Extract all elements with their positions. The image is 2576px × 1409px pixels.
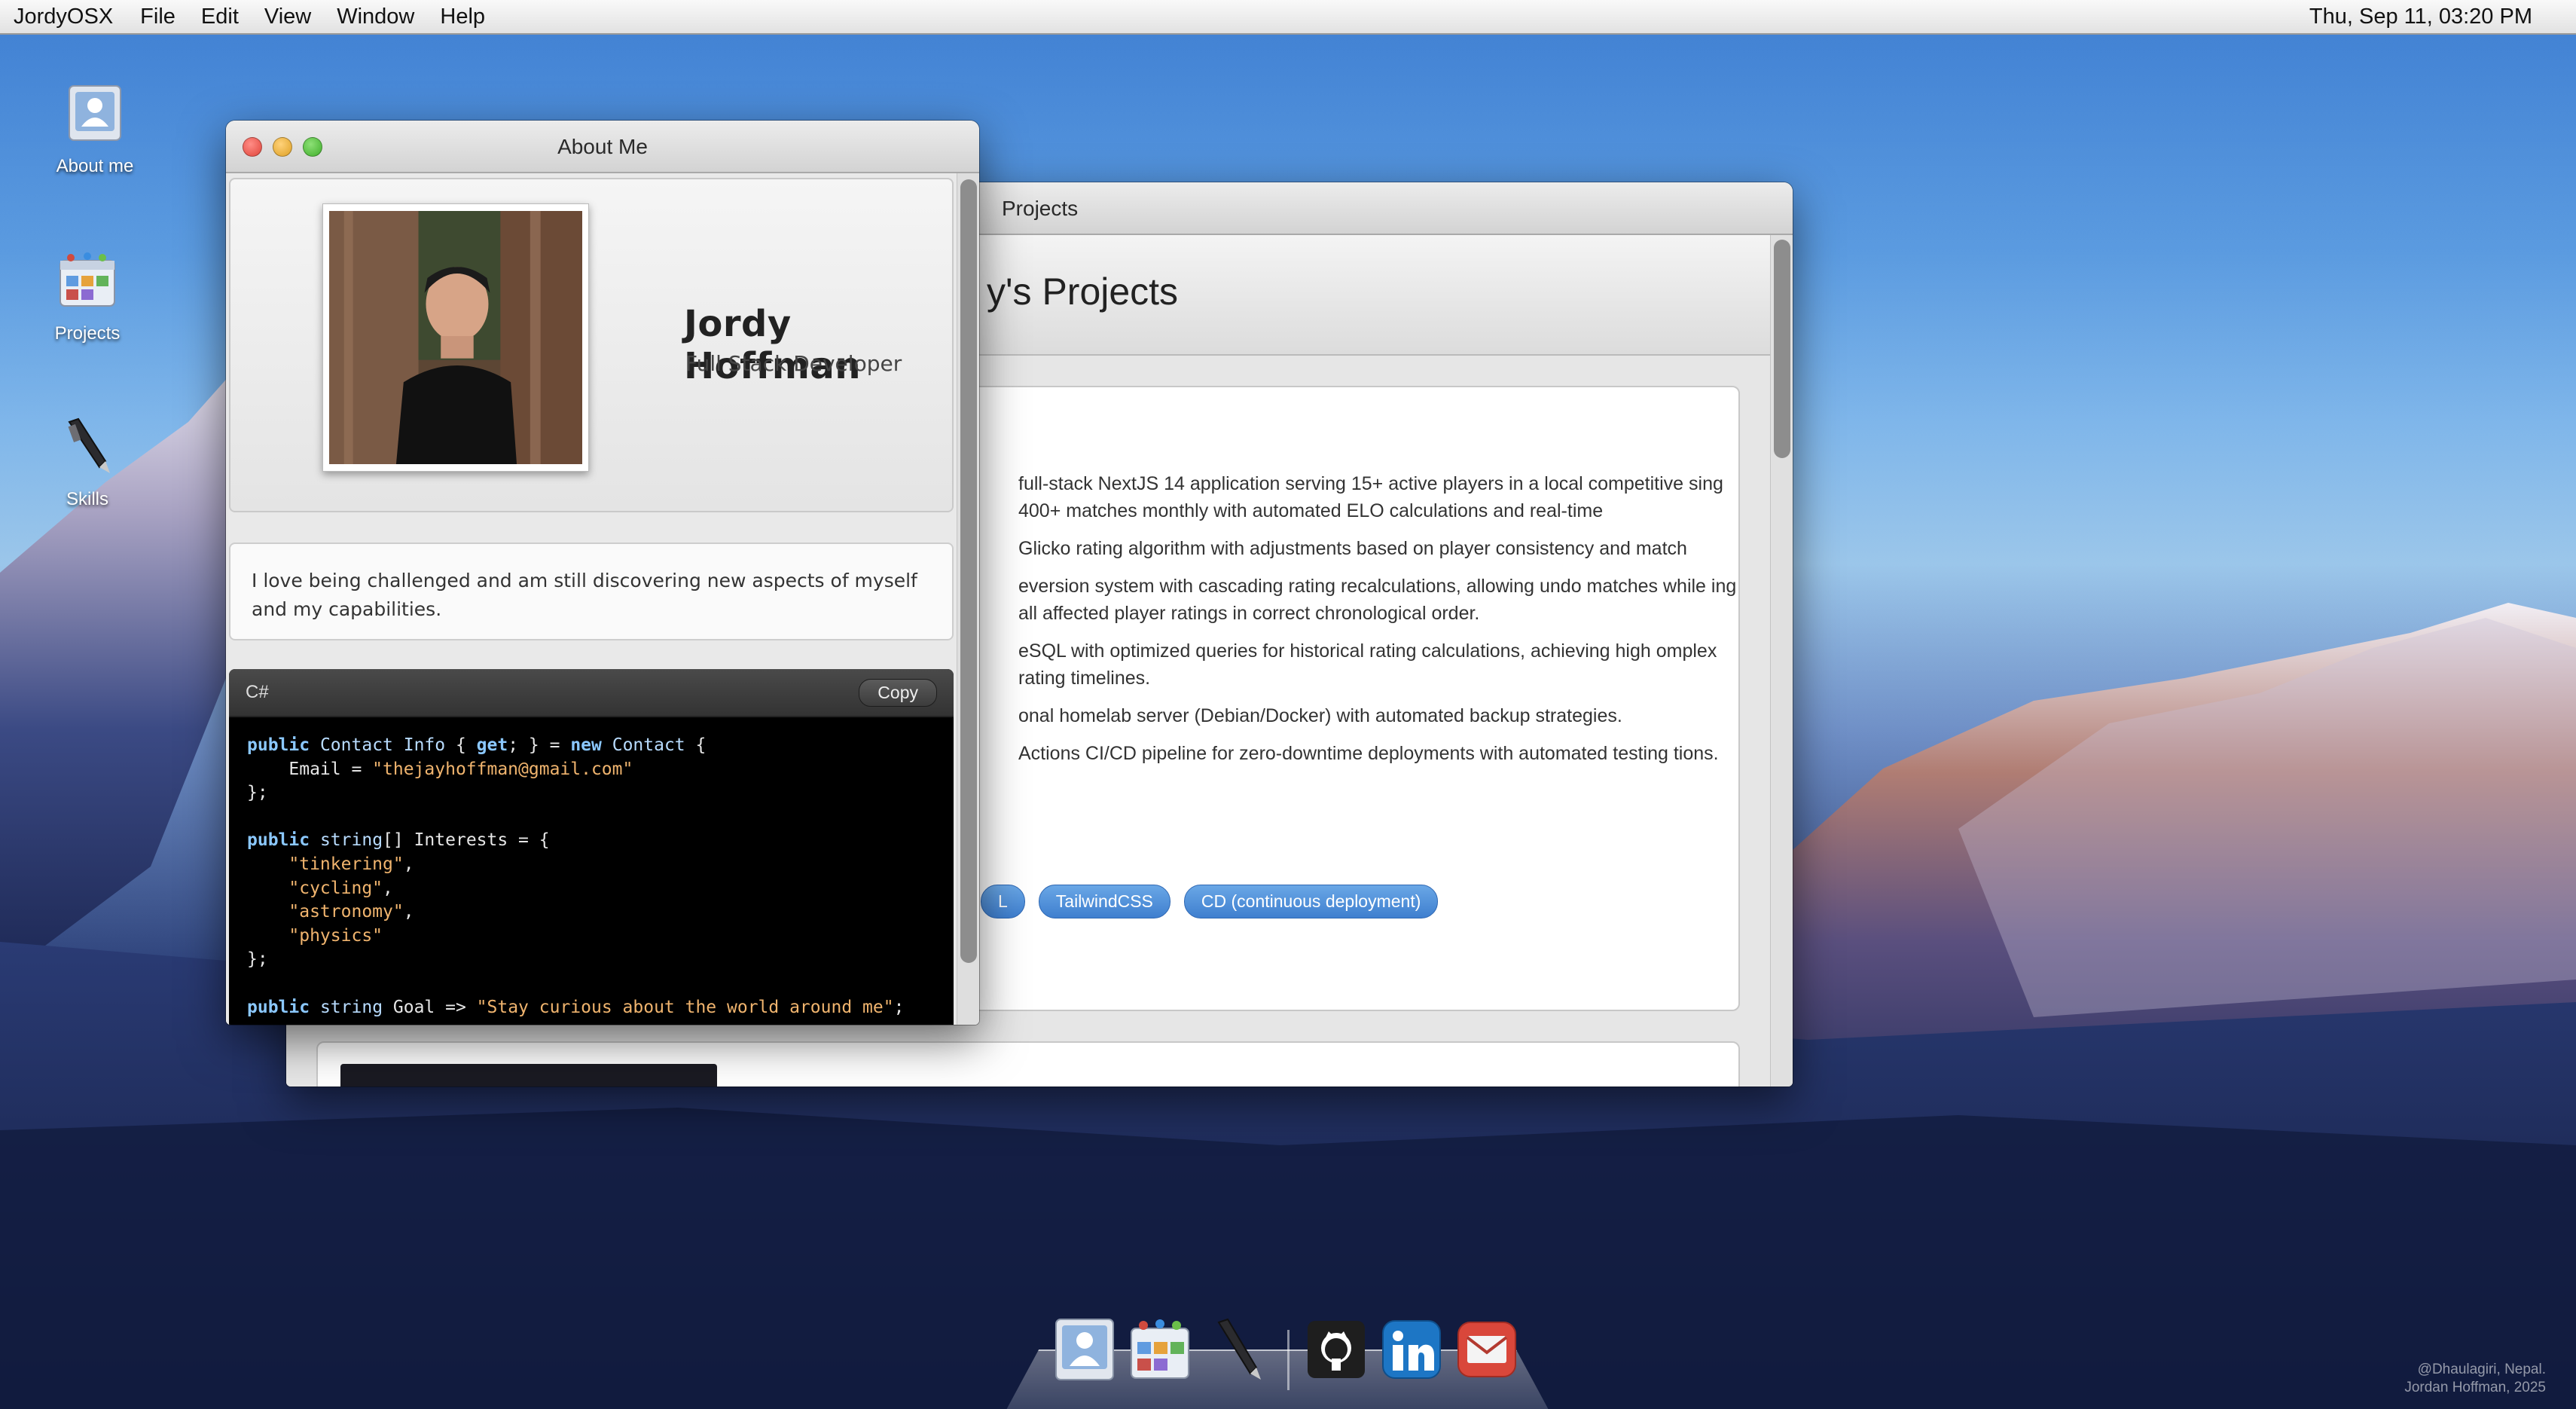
tech-tag[interactable]: L [981, 885, 1025, 918]
linkedin-icon[interactable] [1378, 1316, 1445, 1383]
project-bullet: Actions CI/CD pipeline for zero-downtime… [1018, 743, 1719, 764]
project-bullet: eSQL with optimized queries for historic… [1018, 640, 1717, 689]
code-interest: "astronomy" [288, 902, 404, 922]
minimize-button[interactable] [273, 137, 292, 157]
calendar-board-icon [60, 252, 115, 307]
code-email: "thejayhoffman@gmail.com" [372, 759, 633, 779]
menu-window[interactable]: Window [337, 5, 414, 29]
desktop-icon-skills[interactable]: Skills [27, 414, 148, 510]
projects-scrollbar[interactable] [1770, 235, 1793, 1087]
desktop-icon-label: About me [56, 156, 134, 176]
desktop-icon-projects[interactable]: Projects [27, 249, 148, 344]
about-content: Jordy Hoffman Full Stack Developer I lov… [226, 173, 957, 1025]
project-bullet: eversion system with cascading rating re… [1018, 576, 1737, 624]
copy-button[interactable]: Copy [859, 678, 937, 707]
about-scrollbar[interactable] [957, 173, 979, 1025]
menu-view[interactable]: View [264, 5, 311, 29]
profile-role: Full Stack Developer [685, 351, 902, 376]
project-bullet: Glicko rating algorithm with adjustments… [1018, 538, 1687, 559]
bio-text: I love being challenged and am still dis… [229, 543, 954, 640]
menu-help[interactable]: Help [440, 5, 485, 29]
dock-separator [1287, 1330, 1290, 1390]
menu-bar: JordyOSX File Edit View Window Help Thu,… [0, 0, 2576, 35]
profile-card: Jordy Hoffman Full Stack Developer [229, 178, 954, 512]
projects-icon[interactable] [1127, 1316, 1193, 1383]
menu-edit[interactable]: Edit [201, 5, 239, 29]
about-me-icon[interactable] [1051, 1316, 1118, 1383]
window-controls [243, 137, 322, 157]
code-language: C# [246, 682, 269, 702]
menu-clock[interactable]: Thu, Sep 11, 03:20 PM [2309, 5, 2532, 29]
tech-tag[interactable]: TailwindCSS [1038, 885, 1170, 918]
zoom-button[interactable] [303, 137, 322, 157]
pen-tool-icon [68, 417, 110, 473]
code-goal: "Stay curious about the world around me" [476, 997, 894, 1017]
code-interest: "tinkering" [288, 854, 404, 874]
credit-line: Jordan Hoffman, 2025 [2404, 1380, 2546, 1395]
code-interest: "cycling" [288, 878, 383, 898]
about-window-title: About Me [557, 135, 648, 158]
close-button[interactable] [243, 137, 262, 157]
project-thumbnail[interactable] [340, 1064, 717, 1087]
project-bullets: full-stack NextJS 14 application serving… [1018, 470, 1741, 778]
about-window: About Me Jordy Hoffman Full Stack Develo… [226, 121, 979, 1025]
code-block-header: C# Copy [229, 669, 954, 717]
code-content[interactable]: public Contact Info { get; } = new Conta… [229, 717, 954, 1025]
code-block: C# Copy public Contact Info { get; } = n… [229, 669, 954, 1025]
profile-photo [322, 203, 589, 472]
scrollbar-thumb[interactable] [1774, 240, 1790, 458]
desktop-icon-about-me[interactable]: About me [35, 81, 155, 177]
mail-icon[interactable] [1454, 1316, 1520, 1383]
app-menu[interactable]: JordyOSX [14, 5, 113, 29]
desktop-icon-label: Projects [54, 323, 121, 344]
skills-icon[interactable] [1204, 1316, 1270, 1383]
tech-tag[interactable]: CD (continuous deployment) [1183, 885, 1439, 918]
dock [1006, 1307, 1549, 1409]
projects-window-title: Projects [1002, 197, 1079, 220]
project-card [316, 1041, 1740, 1087]
user-card-icon [69, 85, 121, 141]
menu-file[interactable]: File [140, 5, 175, 29]
github-icon[interactable] [1303, 1316, 1369, 1383]
project-bullet: full-stack NextJS 14 application serving… [1018, 473, 1723, 521]
scrollbar-thumb[interactable] [960, 179, 977, 963]
wallpaper-credit: @Dhaulagiri, Nepal. Jordan Hoffman, 2025 [2404, 1361, 2546, 1397]
profile-photo-image [329, 211, 582, 464]
credit-line: @Dhaulagiri, Nepal. [2417, 1362, 2546, 1377]
tech-tags: L TailwindCSS CD (continuous deployment) [981, 885, 1439, 918]
desktop-icon-label: Skills [66, 489, 108, 509]
project-bullet: onal homelab server (Debian/Docker) with… [1018, 705, 1622, 726]
about-titlebar[interactable]: About Me [226, 121, 979, 173]
code-interest: "physics" [288, 925, 383, 946]
